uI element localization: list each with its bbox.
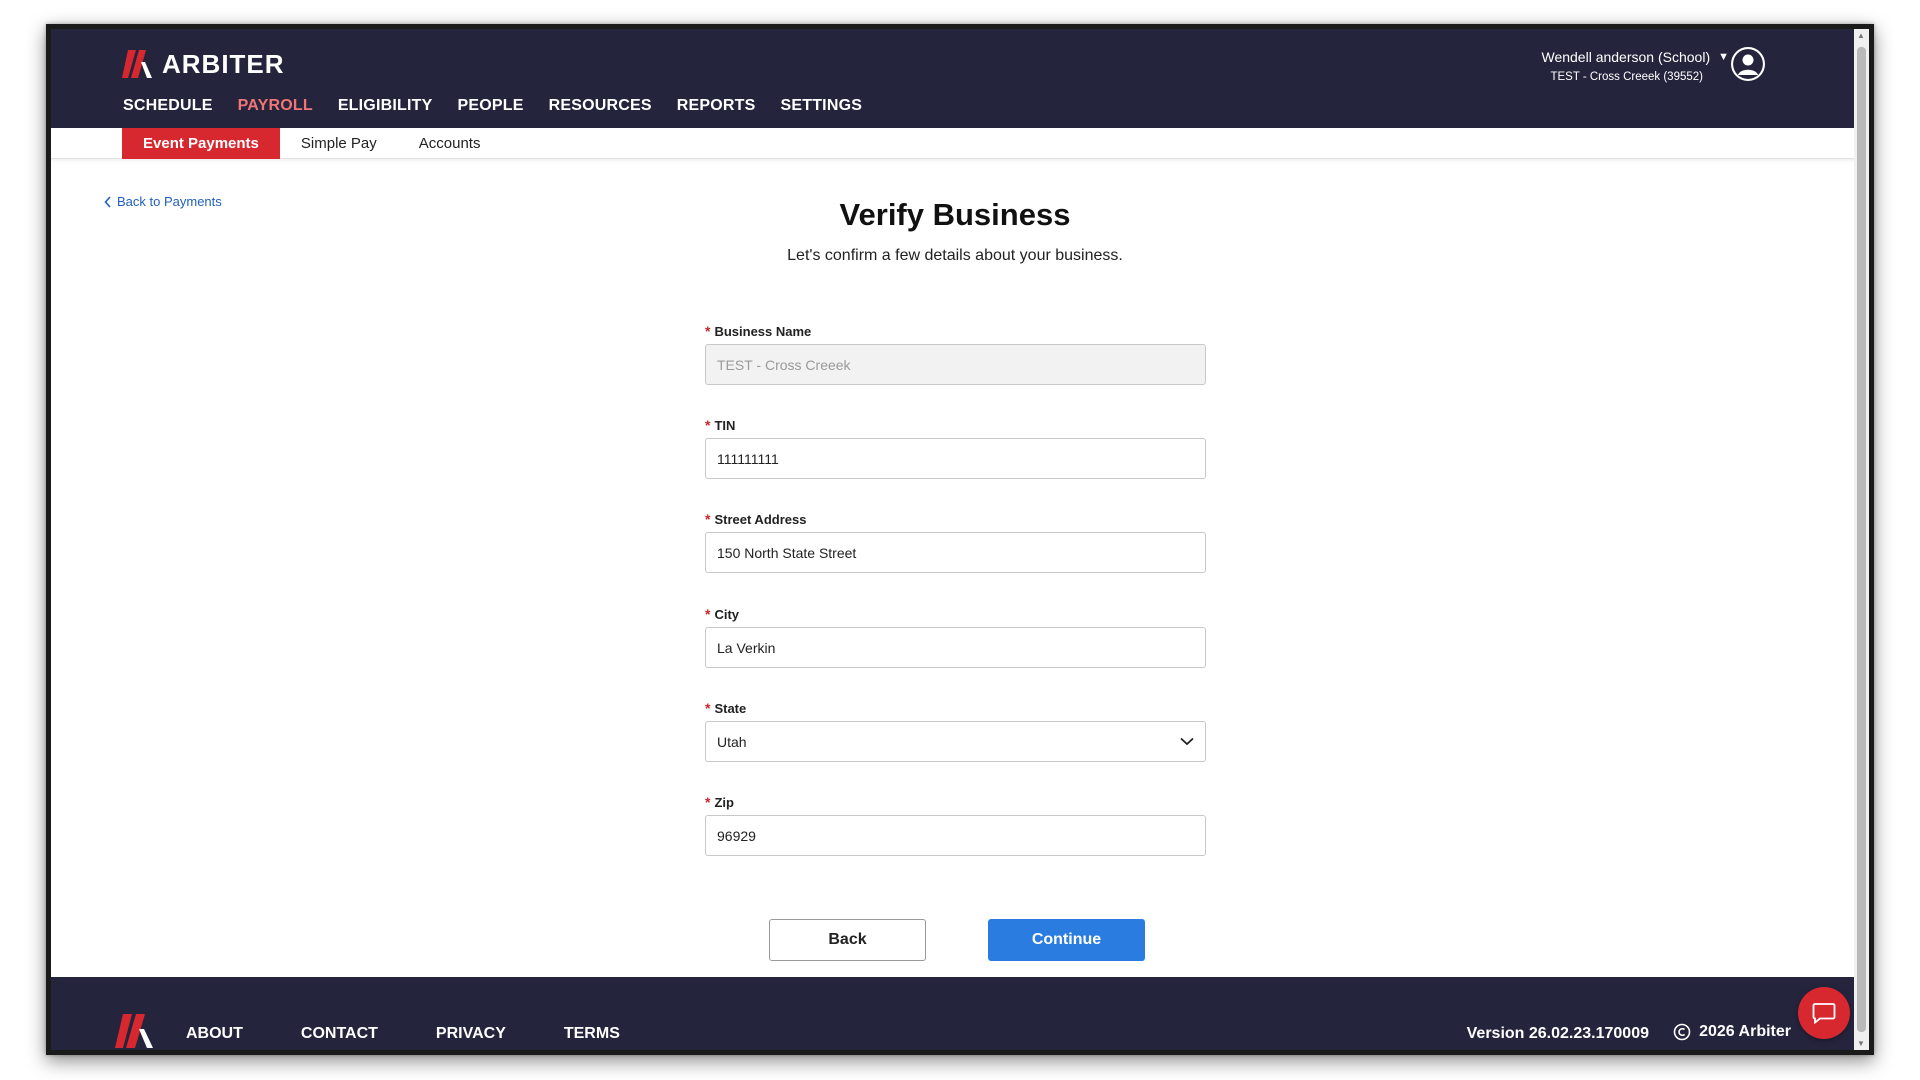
tab-accounts[interactable]: Accounts [398,128,502,159]
user-org: TEST - Cross Creeek (39552) [1550,71,1703,83]
state-field: * State Utah [705,700,1206,762]
nav-reports[interactable]: REPORTS [677,97,756,115]
caret-down-icon: ▼ [1718,51,1729,63]
nav-settings[interactable]: SETTINGS [780,97,862,115]
tin-label: TIN [714,417,736,433]
scrollbar-thumb[interactable] [1857,47,1866,1032]
nav-payroll[interactable]: PAYROLL [238,97,313,115]
version-label: Version 26.02.23.170009 [1466,1025,1649,1042]
user-name: Wendell anderson (School) [1541,49,1711,65]
footer-privacy-link[interactable]: PRIVACY [436,1025,506,1043]
footer-about-link[interactable]: ABOUT [186,1025,243,1043]
back-button[interactable]: Back [769,919,926,961]
copyright: 2026 Arbiter [1673,1023,1791,1041]
street-address-input[interactable] [705,532,1206,573]
browser-window: ARBITER SCHEDULE PAYROLL ELIGIBILITY PEO… [46,24,1874,1055]
tab-event-payments[interactable]: Event Payments [122,128,280,159]
brand-logo[interactable]: ARBITER [122,49,285,79]
main-nav: SCHEDULE PAYROLL ELIGIBILITY PEOPLE RESO… [123,97,862,115]
nav-people[interactable]: PEOPLE [457,97,523,115]
arbiter-logo-icon [122,50,152,78]
copyright-text: 2026 Arbiter [1699,1023,1791,1040]
street-address-field: * Street Address [705,511,1206,573]
chevron-down-icon [1180,737,1194,746]
tab-simple-pay[interactable]: Simple Pay [280,128,398,159]
tin-field: * TIN [705,417,1206,479]
required-marker: * [705,417,711,433]
state-select[interactable]: Utah [705,721,1206,762]
arbiter-logo-icon[interactable] [115,1014,153,1048]
vertical-scrollbar[interactable]: ▲ ▼ [1854,29,1869,1050]
business-name-field: * Business Name [705,323,1206,385]
page-title: Verify Business [839,197,1071,232]
state-selected-value: Utah [717,733,747,750]
state-label: State [714,700,747,716]
page-subtitle: Let's confirm a few details about your b… [787,247,1123,264]
zip-field: * Zip [705,794,1206,856]
copyright-icon [1673,1023,1691,1041]
footer: ABOUT CONTACT PRIVACY TERMS Version 26.0… [51,977,1859,1050]
user-menu[interactable]: Wendell anderson (School) ▼ TEST - Cross… [1541,49,1729,83]
required-marker: * [705,700,711,716]
city-field: * City [705,606,1206,668]
user-icon[interactable] [1731,47,1765,81]
street-address-label: Street Address [714,511,807,527]
zip-label: Zip [714,794,734,810]
footer-terms-link[interactable]: TERMS [564,1025,620,1043]
page-viewport: ARBITER SCHEDULE PAYROLL ELIGIBILITY PEO… [51,29,1859,1050]
nav-resources[interactable]: RESOURCES [549,97,652,115]
brand-name: ARBITER [162,48,285,79]
city-label: City [714,606,740,622]
nav-eligibility[interactable]: ELIGIBILITY [338,97,433,115]
scroll-down-arrow-icon[interactable]: ▼ [1857,1039,1865,1048]
business-name-input [705,344,1206,385]
footer-contact-link[interactable]: CONTACT [301,1025,378,1043]
required-marker: * [705,606,711,622]
zip-input[interactable] [705,815,1206,856]
continue-button[interactable]: Continue [988,919,1145,961]
tin-input[interactable] [705,438,1206,479]
nav-schedule[interactable]: SCHEDULE [123,97,213,115]
scroll-up-arrow-icon[interactable]: ▲ [1857,31,1865,40]
required-marker: * [705,323,711,339]
chat-icon[interactable] [1798,987,1850,1039]
top-header: ARBITER SCHEDULE PAYROLL ELIGIBILITY PEO… [51,29,1859,128]
footer-links: ABOUT CONTACT PRIVACY TERMS [186,1025,620,1043]
required-marker: * [705,511,711,527]
city-input[interactable] [705,627,1206,668]
business-name-label: Business Name [714,323,812,339]
sub-nav: Event Payments Simple Pay Accounts [51,128,1859,159]
required-marker: * [705,794,711,810]
